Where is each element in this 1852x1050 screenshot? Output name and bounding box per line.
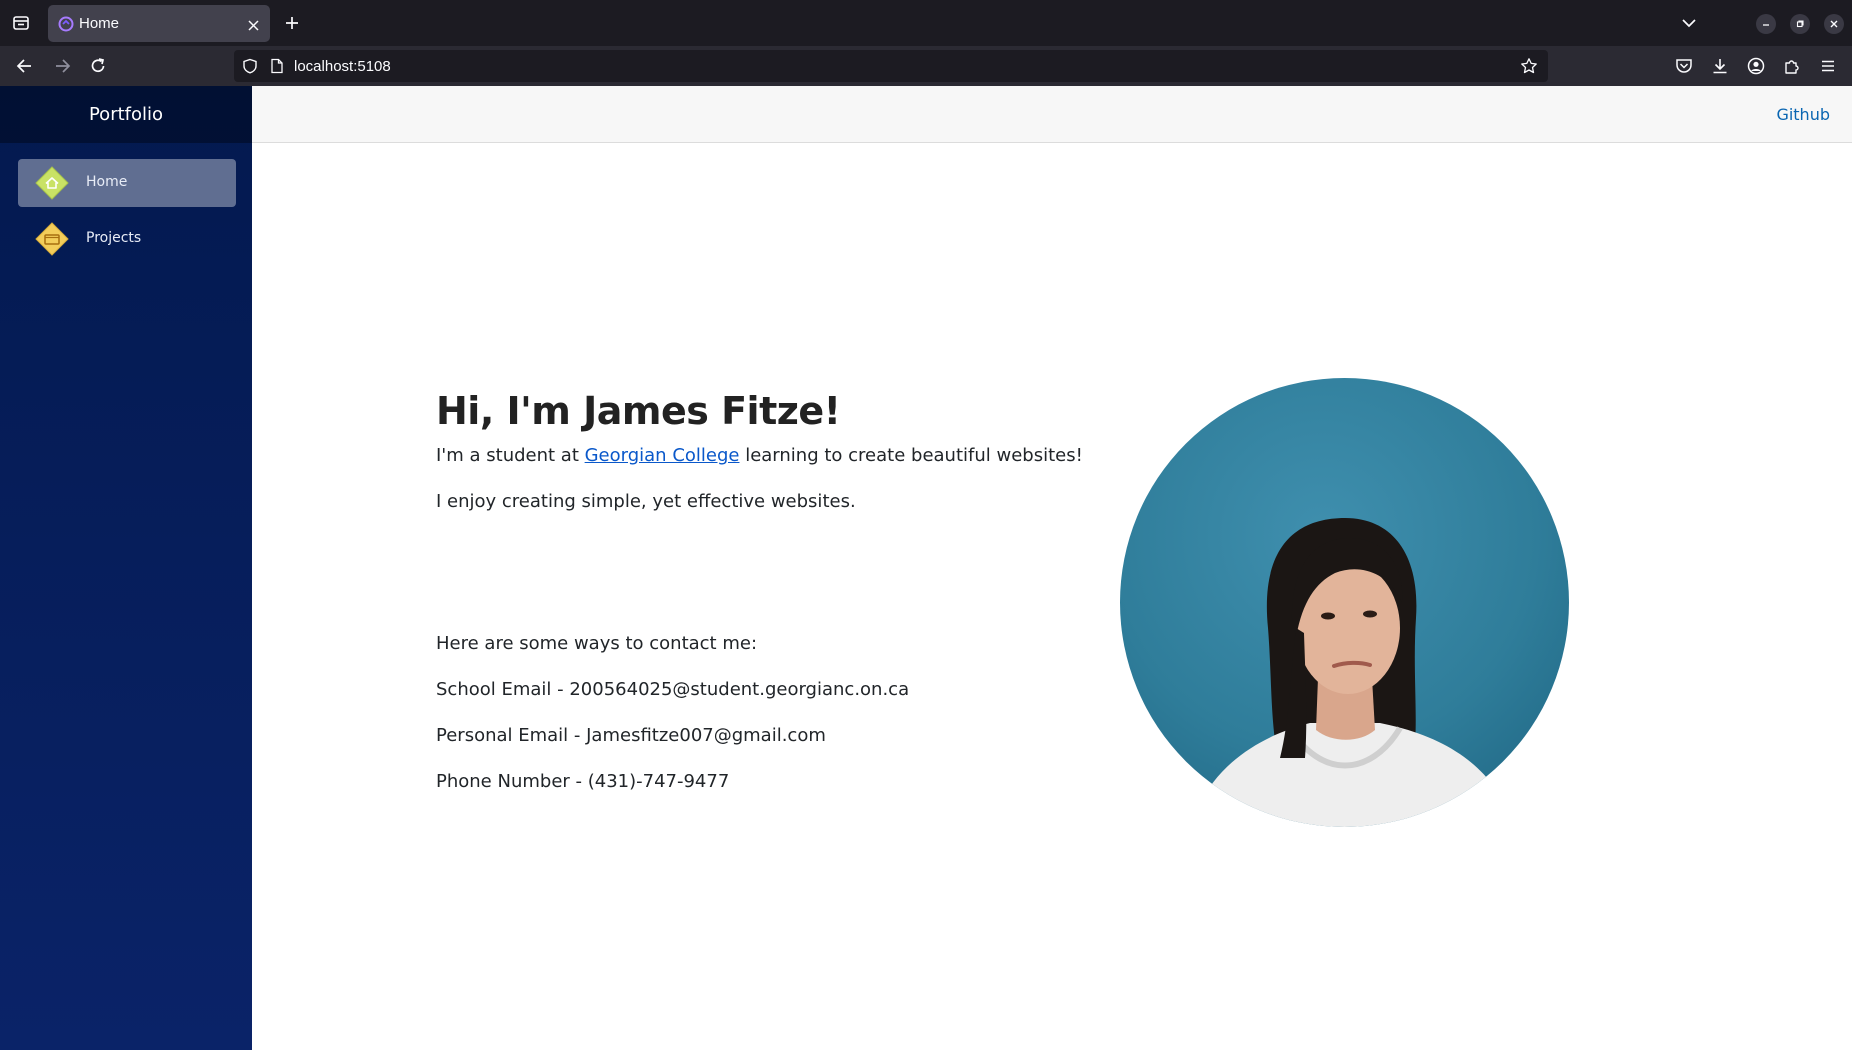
top-row: Github	[252, 86, 1852, 143]
main-content: Hi, I'm James Fitze! I'm a student at Ge…	[252, 143, 1852, 1050]
personal-email: Personal Email - Jamesfitze007@gmail.com	[436, 725, 826, 746]
intro-text: I'm a student at Georgian College learni…	[436, 445, 1083, 466]
brand-title[interactable]: Portfolio	[0, 104, 252, 125]
tracking-protection-shield-icon[interactable]	[242, 58, 258, 78]
tab-title: Home	[79, 15, 120, 32]
sidebar: Portfolio Home Projects	[0, 86, 252, 1050]
school-email: School Email - 200564025@student.georgia…	[436, 679, 910, 700]
bookmark-star-icon[interactable]	[1520, 57, 1538, 79]
phone-number: Phone Number - (431)-747-9477	[436, 771, 730, 792]
profile-photo	[1120, 378, 1569, 827]
close-tab-icon[interactable]	[247, 17, 260, 31]
blazor-favicon-icon	[58, 16, 74, 32]
back-arrow-icon[interactable]	[15, 56, 35, 76]
downloads-icon[interactable]	[1710, 56, 1730, 76]
browser-tab[interactable]: Home	[48, 5, 270, 42]
new-tab-icon[interactable]	[283, 14, 301, 32]
intro-text-start: I'm a student at	[436, 445, 585, 466]
sidebar-item-home[interactable]: Home	[18, 159, 236, 207]
contact-heading: Here are some ways to contact me:	[436, 633, 758, 654]
url-text[interactable]: localhost:5108	[294, 58, 391, 75]
restore-window-icon[interactable]	[1790, 14, 1810, 34]
sidebar-item-label: Projects	[86, 230, 142, 246]
minimize-window-icon[interactable]	[1756, 14, 1776, 34]
brand-bar: Portfolio	[0, 86, 252, 143]
pocket-icon[interactable]	[1674, 56, 1694, 76]
web-page: Portfolio Home Projects Github Hi, I'm J…	[0, 86, 1852, 1050]
close-window-icon[interactable]	[1824, 14, 1844, 34]
home-icon	[35, 166, 69, 200]
tab-list-icon[interactable]	[10, 12, 32, 34]
forward-arrow-icon[interactable]	[52, 56, 72, 76]
github-link[interactable]: Github	[1776, 105, 1830, 124]
browser-toolbar: localhost:5108	[0, 46, 1852, 86]
page-heading: Hi, I'm James Fitze!	[436, 389, 841, 433]
address-bar[interactable]: localhost:5108	[234, 50, 1548, 82]
enjoy-text: I enjoy creating simple, yet effective w…	[436, 491, 856, 512]
page-info-icon[interactable]	[270, 58, 284, 78]
sidebar-item-label: Home	[86, 174, 128, 190]
account-icon[interactable]	[1746, 56, 1766, 76]
list-all-tabs-icon[interactable]	[1680, 15, 1698, 31]
extensions-icon[interactable]	[1782, 56, 1802, 76]
sidebar-item-projects[interactable]: Projects	[18, 215, 236, 263]
browser-tab-bar: Home	[0, 0, 1852, 46]
georgian-college-link[interactable]: Georgian College	[585, 445, 740, 466]
menu-icon[interactable]	[1818, 56, 1838, 76]
folder-icon	[35, 222, 69, 256]
intro-text-end: learning to create beautiful websites!	[739, 445, 1083, 466]
reload-icon[interactable]	[88, 56, 108, 76]
